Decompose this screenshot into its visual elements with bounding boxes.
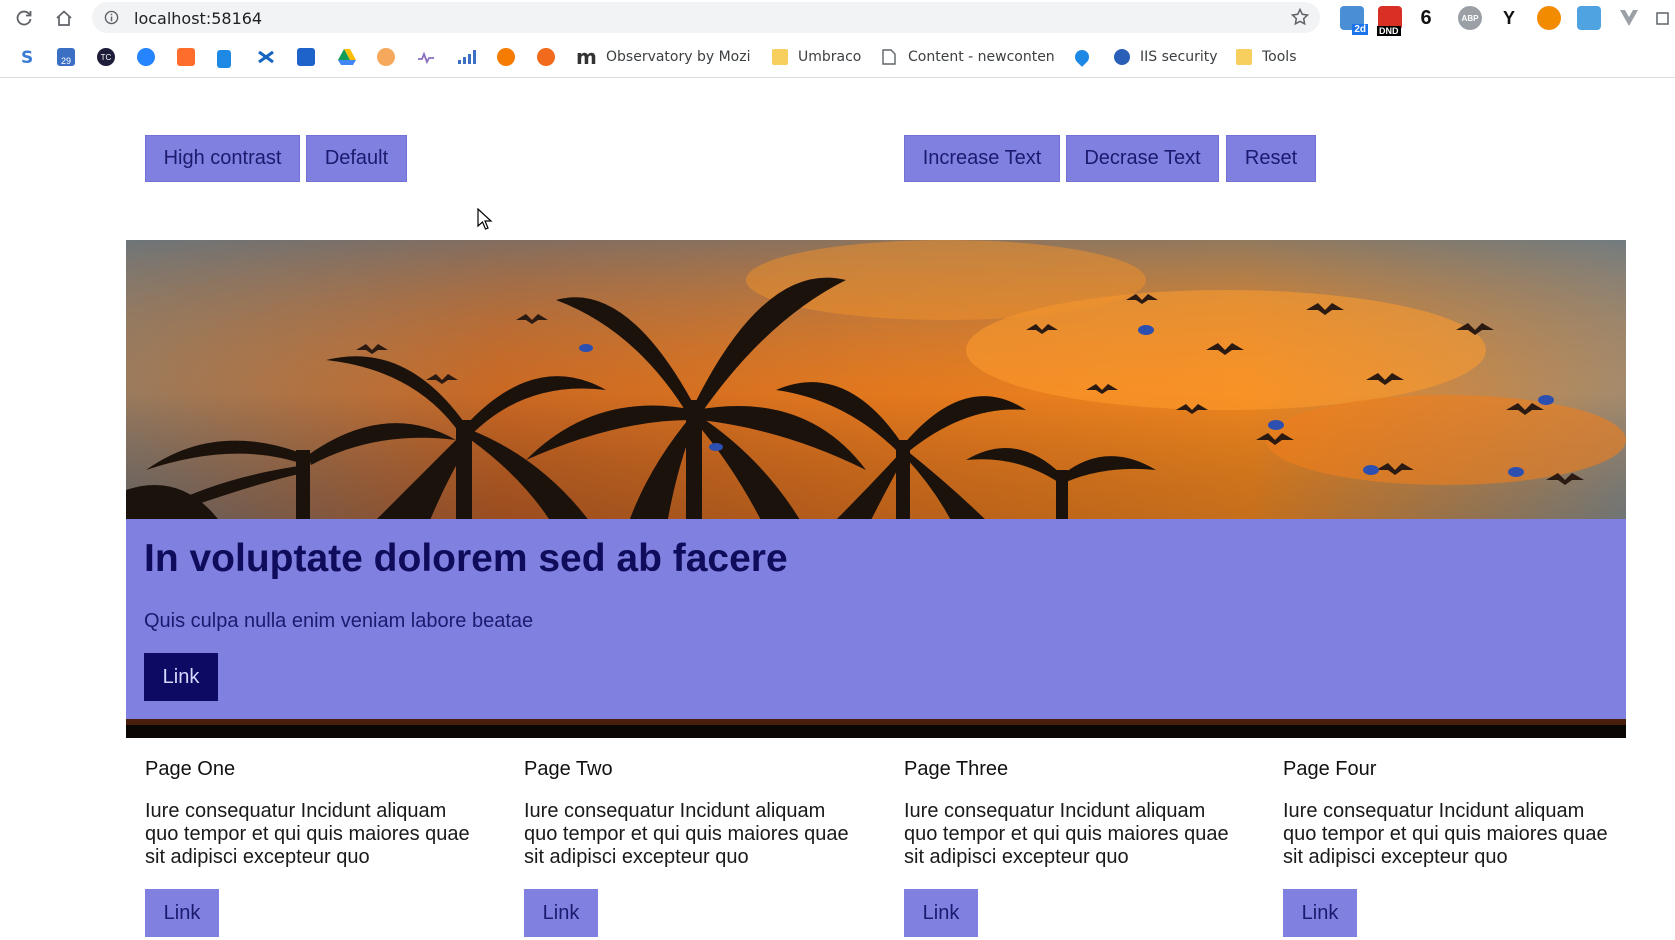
card-link-button[interactable]: Link	[145, 889, 219, 937]
folder-icon	[1236, 49, 1252, 65]
increase-text-button[interactable]: Increase Text	[904, 135, 1060, 182]
card-link-button[interactable]: Link	[524, 889, 598, 937]
teamcity-bookmark-icon[interactable]: TC	[97, 48, 115, 66]
home-icon	[56, 10, 72, 26]
bookmark-label: Observatory by Mozi	[606, 49, 751, 65]
bookmark-star-icon[interactable]	[1290, 7, 1310, 27]
jira-bookmark-icon[interactable]	[137, 48, 155, 66]
card-link-button[interactable]: Link	[904, 889, 978, 937]
hero-text-panel: In voluptate dolorem sed ab facere Quis …	[126, 519, 1626, 719]
default-button[interactable]: Default	[306, 135, 407, 182]
confluence-bookmark-icon[interactable]	[257, 48, 275, 66]
bookmark-label: IIS security	[1140, 49, 1218, 65]
trello-bookmark-icon[interactable]	[297, 48, 315, 66]
hero-title: In voluptate dolorem sed ab facere	[144, 537, 788, 580]
folder-icon	[772, 49, 788, 65]
calendar-bookmark-icon[interactable]: 29	[57, 48, 75, 66]
card-page-three: Page Three Iure consequatur Incidunt ali…	[904, 752, 1234, 940]
bookmark-label: Umbraco	[798, 49, 862, 65]
card-body: Iure consequatur Incidunt aliquam quo te…	[524, 800, 849, 868]
card-title: Page One	[145, 758, 236, 780]
heart-bookmark-icon[interactable]	[497, 48, 515, 66]
pocket-bookmark-icon[interactable]	[217, 50, 231, 68]
calendar-badge: 2d	[1352, 24, 1368, 35]
count-extension-icon[interactable]: 6	[1414, 6, 1438, 30]
bookmark-content[interactable]: Content - newconten	[882, 47, 1055, 67]
card-page-four: Page Four Iure consequatur Incidunt aliq…	[1283, 752, 1613, 940]
bookmark-location[interactable]	[1072, 47, 1099, 67]
dnd-badge: DND	[1377, 26, 1401, 36]
card-title: Page Three	[904, 758, 1009, 780]
y-extension-icon[interactable]: Y	[1497, 6, 1521, 30]
analytics-bookmark-icon[interactable]	[457, 48, 476, 66]
address-bar[interactable]: localhost:58164	[92, 2, 1320, 33]
music-bookmark-icon[interactable]	[537, 48, 555, 66]
high-contrast-button[interactable]: High contrast	[145, 135, 300, 182]
adblock-icon[interactable]: ABP	[1458, 6, 1482, 30]
extra-extension-icon[interactable]	[1655, 6, 1671, 30]
mouse-cursor-icon	[477, 208, 493, 230]
vue-extension-icon[interactable]	[1617, 6, 1641, 30]
m-icon: m	[576, 45, 597, 69]
hero-banner: In voluptate dolorem sed ab facere Quis …	[126, 240, 1626, 738]
home-button[interactable]	[52, 6, 76, 30]
browser-chrome: localhost:58164 2d DND 6 ABP Y S 29 TC m…	[0, 0, 1675, 78]
page-icon	[882, 49, 898, 65]
mail-extension-icon[interactable]: DND	[1377, 6, 1402, 36]
card-page-two: Page Two Iure consequatur Incidunt aliqu…	[524, 752, 854, 940]
calendar-extension-icon[interactable]: 2d	[1340, 6, 1368, 35]
bookmarks-bar: S 29 TC m Observatory by Mozi Umbraco Co…	[0, 40, 1675, 74]
bookmark-umbraco[interactable]: Umbraco	[772, 47, 861, 67]
svg-text:S: S	[21, 48, 33, 66]
pulse-bookmark-icon[interactable]	[417, 48, 435, 66]
bookmark-iis-security[interactable]: IIS security	[1114, 47, 1218, 67]
bookmark-label: Tools	[1262, 49, 1297, 65]
vue-icon	[1620, 10, 1638, 26]
bookmark-tools[interactable]: Tools	[1236, 47, 1297, 67]
hero-link-button[interactable]: Link	[144, 653, 218, 701]
globe-icon	[1114, 49, 1130, 65]
card-body: Iure consequatur Incidunt aliquam quo te…	[1283, 800, 1608, 868]
bookmark-observatory[interactable]: m Observatory by Mozi	[576, 47, 750, 67]
card-title: Page Four	[1283, 758, 1377, 780]
browser-toolbar: localhost:58164 2d DND 6 ABP Y	[0, 0, 1675, 36]
reload-button[interactable]	[12, 6, 36, 30]
reset-button[interactable]: Reset	[1226, 135, 1316, 182]
puzzle-icon	[1656, 12, 1669, 25]
ublock-icon[interactable]	[1537, 6, 1561, 30]
box-bookmark-icon[interactable]	[177, 48, 195, 66]
grafana-bookmark-icon[interactable]	[377, 48, 395, 66]
card-page-one: Page One Iure consequatur Incidunt aliqu…	[145, 752, 475, 940]
drive-bookmark-icon[interactable]	[337, 48, 356, 66]
card-body: Iure consequatur Incidunt aliquam quo te…	[904, 800, 1229, 868]
info-icon[interactable]	[104, 10, 119, 25]
bookmark-label: Content - newconten	[908, 49, 1055, 65]
card-link-button[interactable]: Link	[1283, 889, 1357, 937]
ft-extension-icon[interactable]	[1577, 6, 1601, 30]
reload-icon	[16, 10, 32, 26]
location-pin-icon	[1072, 47, 1092, 67]
card-body: Iure consequatur Incidunt aliquam quo te…	[145, 800, 470, 868]
s-bookmark-icon[interactable]: S	[18, 48, 36, 68]
card-title: Page Two	[524, 758, 613, 780]
decrease-text-button[interactable]: Decrase Text	[1066, 135, 1219, 182]
url-text[interactable]: localhost:58164	[134, 9, 262, 28]
hero-subtitle: Quis culpa nulla enim veniam labore beat…	[144, 610, 534, 632]
